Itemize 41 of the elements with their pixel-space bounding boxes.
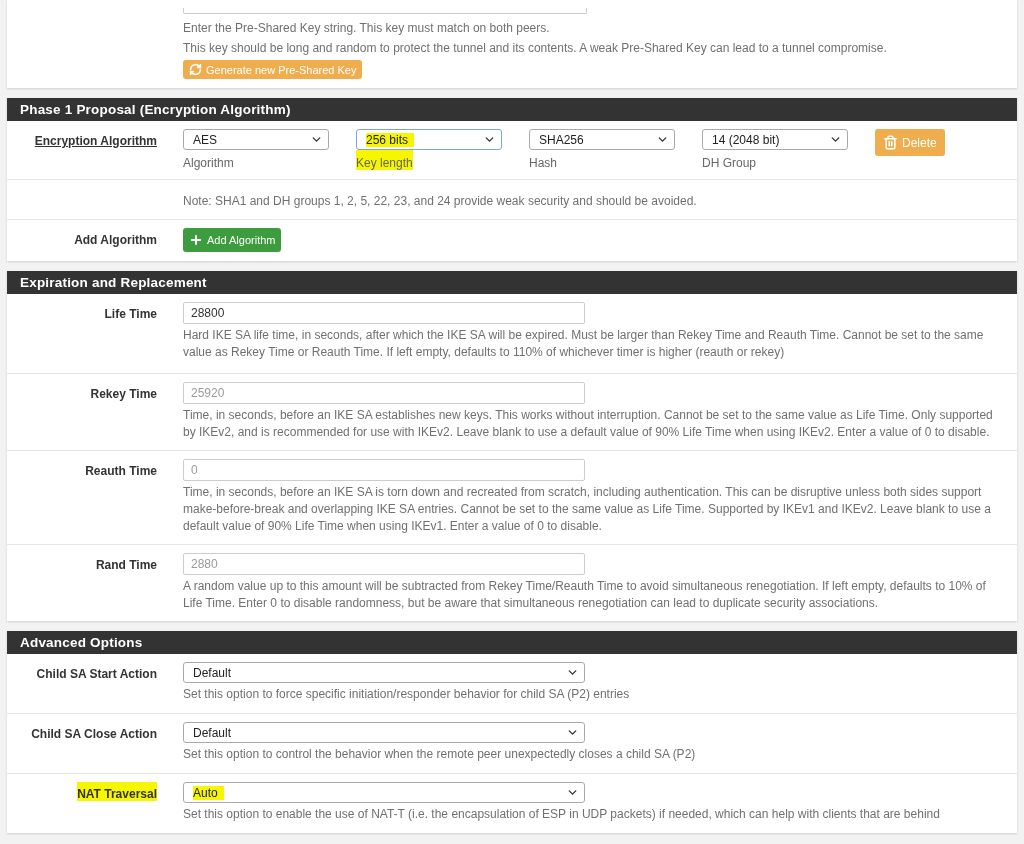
dropdown-select[interactable]: Default (183, 722, 585, 743)
key-input-field[interactable] (183, 8, 587, 14)
help-text: Time, in seconds, before an IKE SA establishes new keys. This works without interruption. Cannot be set to the same value as Life Time. Only supported by IKEv2, and is recommended for use with IKEv2. Leave blank to use a default value of 90% Life Time when using IKEv2. Enter a value of 0 to disable. (183, 407, 994, 441)
section-heading: Expiration and Replacement (7, 271, 1017, 294)
field-caption: Algorithm (183, 155, 234, 170)
help-text: Set this option to control the behavior when the remote peer unexpectedly closes a child SA (P2) (183, 746, 697, 763)
help-text: Enter the Pre-Shared Key string. This key must match on both peers. (183, 20, 551, 37)
plus-icon (189, 233, 203, 247)
help-text: This key should be long and random to protect the tunnel and its contents. A weak Pre-Shared Key can lead to a tunnel compromise. (183, 40, 888, 57)
section-heading: Advanced Options (7, 631, 1017, 654)
field-label: Rekey Time (90, 386, 157, 401)
help-text: A random value up to this amount will be subtracted from Rekey Time/Reauth Time to avoid simultaneous renegotiation. If left empty, defaults to 10% of Life Time. Enter 0 to disable randomness, but be aware that simultaneous renegotiation can lead to duplicate security associations. (183, 578, 987, 612)
input-field[interactable]: 25920 (183, 382, 585, 404)
field-label: NAT Traversal (77, 782, 157, 801)
field-caption: DH Group (702, 155, 757, 170)
field-label: Encryption Algorithm (34, 133, 157, 148)
field-label: Child SA Close Action (31, 726, 157, 741)
note-text: Note: SHA1 and DH groups 1, 2, 5, 22, 23, and 24 provide weak security and should be avoided. (183, 193, 698, 210)
help-text: Set this option to enable the use of NAT-T (i.e. the encapsulation of ESP in UDP packets) if needed, which can help with clients that are behind (183, 806, 941, 823)
field-label: Add Algorithm (74, 232, 157, 247)
input-field[interactable]: 28800 (183, 302, 585, 324)
dropdown-select[interactable]: Default (183, 662, 585, 683)
help-text: Hard IKE SA life time, in seconds, after which the IKE SA will be expired. Must be larger than Rekey Time and Reauth Time. Cannot be set to the same value as Rekey Time or Reauth Time. If left empty, defaults to 110% of whichever timer is higher (reauth or rekey) (183, 327, 985, 361)
dropdown-select[interactable]: AES (183, 129, 329, 150)
section-heading: Phase 1 Proposal (Encryption Algorithm) (7, 98, 1017, 121)
field-caption: Key length (356, 150, 413, 170)
refresh-icon (189, 63, 202, 76)
dropdown-select[interactable]: Auto (183, 782, 585, 803)
input-field[interactable]: 2880 (183, 553, 585, 575)
help-text: Time, in seconds, before an IKE SA is torn down and recreated from scratch, including authentication. This can be disruptive unless both sides support make-before-break and overlapping IKE SA entries. Cannot be set to the same value as Life Time. Supported by IKEv1 and IKEv2. Leave blank to use a default value of 90% Life Time when using IKEv1. Enter a value of 0 to disable. (183, 484, 992, 535)
dropdown-select[interactable]: SHA256 (529, 129, 675, 150)
input-field[interactable]: 0 (183, 459, 585, 481)
help-text: Set this option to force specific initiation/responder behavior for child SA (P2) entries (183, 686, 631, 703)
trash-icon (883, 135, 898, 150)
field-label: Reauth Time (85, 463, 157, 478)
field-caption: Hash (529, 155, 557, 170)
dropdown-select[interactable]: 14 (2048 bit) (702, 129, 848, 150)
field-label: Rand Time (95, 557, 157, 572)
field-label: Child SA Start Action (36, 666, 157, 681)
dropdown-select[interactable]: 256 bits (356, 129, 502, 150)
field-label: Life Time (104, 306, 157, 321)
